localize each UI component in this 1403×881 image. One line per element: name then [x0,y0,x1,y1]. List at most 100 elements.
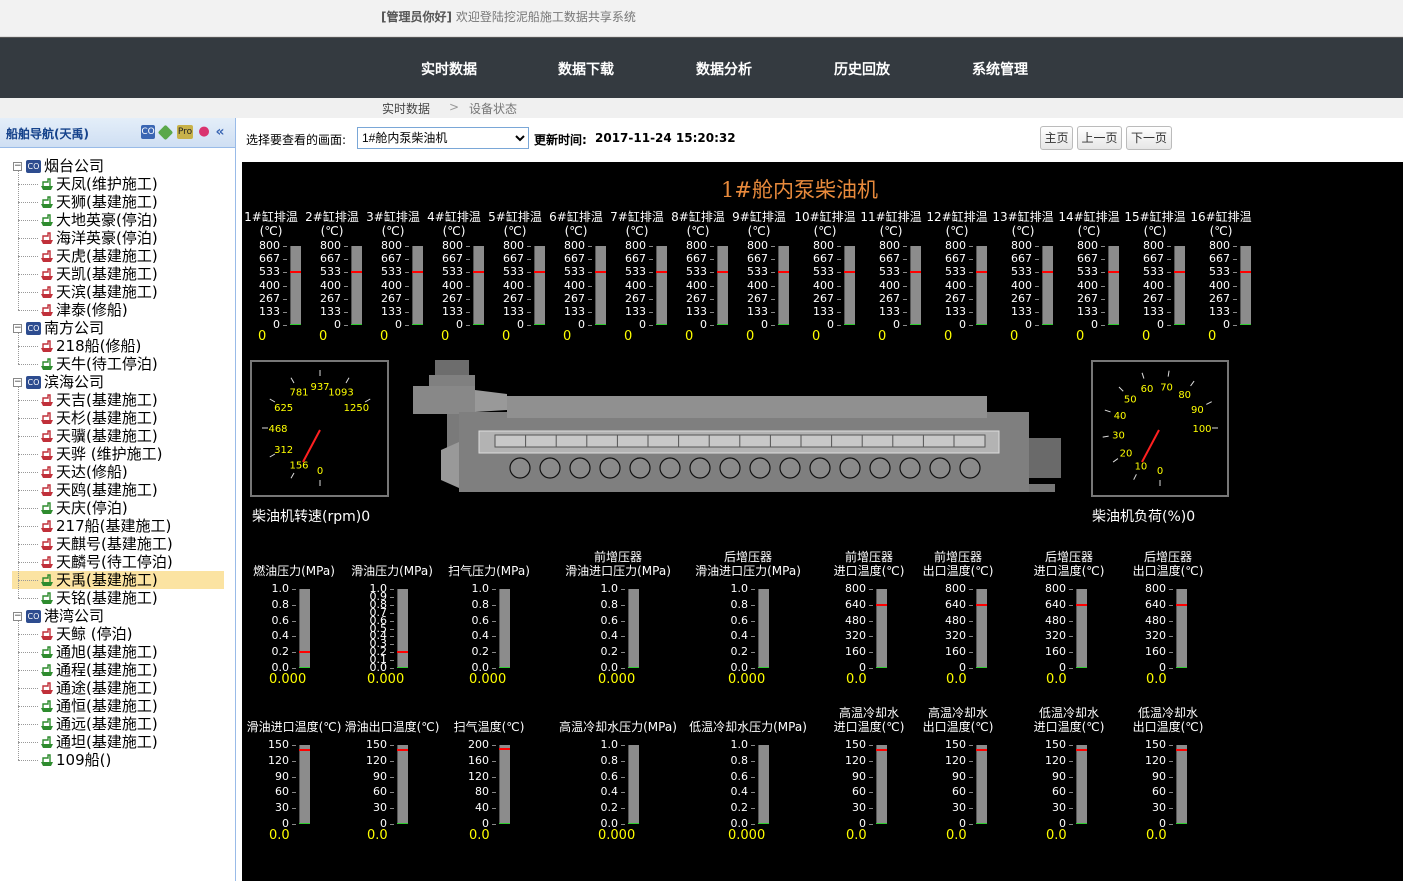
nav-system[interactable]: 系统管理 [972,59,1028,79]
next-page-button[interactable]: 下一页 [1126,126,1172,150]
ship-node[interactable]: 109船() [40,751,111,769]
ship-node[interactable]: 通旭(基建施工) [40,643,158,661]
prev-page-button[interactable]: 上一页 [1077,126,1122,150]
gauge-tick-label: 267 [747,291,768,305]
collapse-icon[interactable]: « [213,125,227,139]
ship-node[interactable]: 天滨(基建施工) [40,283,158,301]
company-name: 南方公司 [44,319,105,337]
gauge-tick-mark [751,760,755,762]
gauge-tick-mark [869,745,873,746]
ship-status-icon [41,700,53,712]
gauge-tick-label: 90 [373,769,387,783]
gauge-tick-label: 533 [320,265,341,279]
dial-tick-label: 781 [289,388,308,399]
collapse-toggle[interactable]: − [13,162,22,171]
ship-node[interactable]: 217船(基建施工) [40,517,171,535]
dial-tick-mark [1206,401,1212,405]
gauge-value: 0.0 [269,828,290,843]
cylinder-unit: (℃) [1143,224,1167,238]
gauge-tick-mark [869,808,873,810]
collapse-toggle[interactable]: − [13,612,22,621]
ship-node[interactable]: 天牛(待工停泊) [40,355,158,373]
location-pin-icon[interactable]: ● [197,125,211,139]
ship-node[interactable]: 天麟号(待工停泊) [40,553,173,571]
ship-node[interactable]: 天虎(基建施工) [40,247,158,265]
ship-icon[interactable] [157,124,174,141]
ship-node[interactable]: 通途(基建施工) [40,679,158,697]
ship-node[interactable]: 天铭(基建施工) [40,589,158,607]
gauge-level [876,823,887,824]
ship-status-icon [41,304,53,316]
ship-node[interactable]: 津泰(修船) [40,301,128,319]
gauge-tick-label: 0.8 [471,597,490,611]
breadcrumb-realtime[interactable]: 实时数据 [382,100,430,117]
ship-node[interactable]: 天麒号(基建施工) [40,535,173,553]
ship-name: 通坦(基建施工) [56,733,158,751]
ship-status-icon [41,250,53,262]
nav-realtime[interactable]: 实时数据 [421,59,477,79]
company-node[interactable]: CO 南方公司 [26,319,104,337]
nav-history[interactable]: 历史回放 [834,59,890,79]
company-node[interactable]: CO 滨海公司 [26,373,104,391]
gauge-level [910,324,921,325]
gauge-tick-label: 667 [259,252,280,266]
gauge-tick-label: 533 [1077,265,1098,279]
gauge-tick-mark [969,604,973,606]
company-node[interactable]: CO 港湾公司 [26,607,104,625]
ship-node[interactable]: 通坦(基建施工) [40,733,158,751]
co-icon[interactable]: CO [141,125,155,139]
ship-node[interactable]: 天凤(维护施工) [40,175,158,193]
gauge-bar [910,246,921,325]
ship-navigation-panel: 船舶导航(天禹) CO Pro ● « CO 烟台公司 − 天凤(维护施工) 天狮(基建… [0,118,236,881]
cylinder-label: 5#缸排温 [488,210,542,224]
ship-node[interactable]: 天骅 (维护施工) [40,445,162,463]
gauge-tick-mark [1035,259,1039,261]
gauge-tick-mark [621,792,625,794]
ship-node[interactable]: 通程(基建施工) [40,661,158,679]
gauge-value: 0.000 [598,672,636,687]
ship-node[interactable]: 218船(修船) [40,337,141,355]
home-button[interactable]: 主页 [1040,126,1073,150]
ship-node[interactable]: 天凯(基建施工) [40,265,158,283]
gauge-tick-mark [969,298,973,300]
ship-node[interactable]: 天达(修船) [40,463,128,481]
ship-node[interactable]: 天庆(停泊) [40,499,128,517]
engine-monitor-screen: 1#舱内泵柴油机 1#缸排温 (℃) 800 667 533 400 267 133 0 0 2#缸… [242,162,1403,881]
gauge-tick-mark [1069,604,1073,606]
company-node[interactable]: CO 烟台公司 [26,157,104,175]
ship-node[interactable]: 天狮(基建施工) [40,193,158,211]
nav-download[interactable]: 数据下载 [558,59,614,79]
gauge-level [499,667,510,668]
ship-status-icon [41,232,53,244]
gauge-tick-mark [710,298,714,300]
gauge-title: 后增压器 [1143,550,1192,564]
ship-name: 天麒号(基建施工) [56,535,173,553]
ship-status-icon [41,448,53,460]
ship-node[interactable]: 天禹(基建施工) [12,571,224,589]
gauge-tick-mark [492,589,496,590]
ship-node[interactable]: 天杉(基建施工) [40,409,158,427]
ship-node[interactable]: 天鸥(基建施工) [40,481,158,499]
gauge-tick-label: 400 [1143,278,1164,292]
screen-select[interactable]: 1#舱内泵柴油机 [357,127,529,149]
ship-node[interactable]: 海洋英豪(停泊) [40,229,158,247]
gauge-tick-mark [344,325,348,326]
ship-node[interactable]: 天鲸 (停泊) [40,625,132,643]
collapse-toggle[interactable]: − [13,324,22,333]
nav-analysis[interactable]: 数据分析 [696,59,752,79]
ship-node[interactable]: 天吉(基建施工) [40,391,158,409]
cylinder-label: 3#缸排温 [366,210,420,224]
gauge-level [717,324,728,325]
dial-tick-label: 30 [1112,431,1125,442]
gauge-tick-mark [1069,652,1073,654]
gauge-tick-mark [405,285,409,287]
ship-node[interactable]: 通恒(基建施工) [40,697,158,715]
collapse-toggle[interactable]: − [13,378,22,387]
gauge-tick-label: 667 [879,252,900,266]
pro-icon[interactable]: Pro [177,125,193,139]
ship-node[interactable]: 通远(基建施工) [40,715,158,733]
ship-node[interactable]: 大地英豪(停泊) [40,211,158,229]
ship-node[interactable]: 天骥(基建施工) [40,427,158,445]
gauge-tick-mark [1035,272,1039,274]
gauge-tick-mark [621,808,625,810]
